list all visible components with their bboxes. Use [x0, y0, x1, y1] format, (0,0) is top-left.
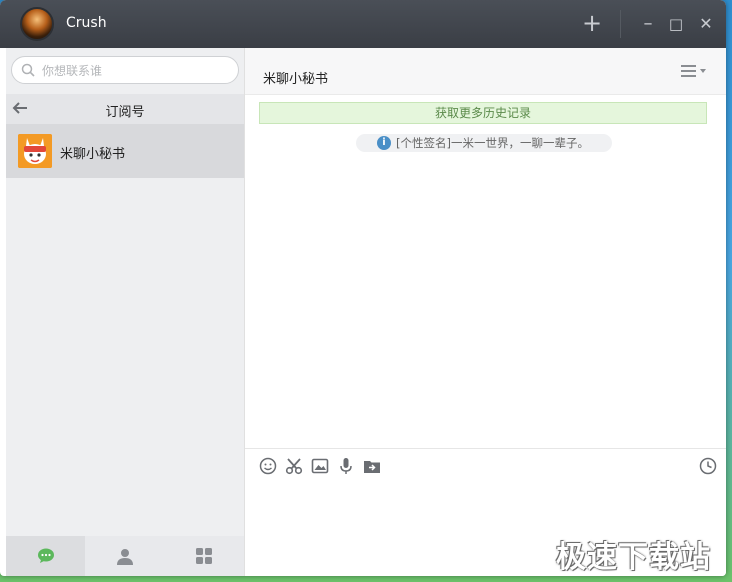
- watermark: 极速下载站: [556, 540, 711, 575]
- microphone-icon[interactable]: [337, 457, 355, 475]
- tab-chats[interactable]: [6, 536, 86, 576]
- bottom-nav: [6, 536, 244, 576]
- message-toolbar: [245, 448, 726, 481]
- contact-name: 米聊小秘书: [60, 147, 126, 162]
- send-file-icon[interactable]: [363, 457, 381, 475]
- menu-icon[interactable]: [681, 64, 709, 78]
- section-title: 订阅号: [105, 105, 145, 120]
- search-icon: [21, 63, 35, 77]
- notice-text: [个性签名]一米一世界，一聊一辈子。: [396, 136, 589, 150]
- search-input[interactable]: [40, 61, 234, 81]
- search-box[interactable]: [11, 56, 239, 84]
- add-button[interactable]: +: [578, 9, 606, 37]
- close-button[interactable]: ✕: [692, 10, 720, 38]
- emoji-icon[interactable]: [259, 457, 277, 475]
- history-clock-icon[interactable]: [699, 457, 717, 475]
- signature-notice: i [个性签名]一米一世界，一聊一辈子。: [356, 134, 612, 152]
- maximize-button[interactable]: □: [662, 10, 690, 38]
- tab-apps[interactable]: [165, 536, 244, 576]
- chat-panel: 米聊小秘书 获取更多历史记录 i [个性签名]一米一世界，一聊一辈子。: [245, 48, 726, 576]
- tab-contacts[interactable]: [85, 536, 164, 576]
- main-window: Crush + – □ ✕ 订阅号: [0, 0, 726, 576]
- load-history-button[interactable]: 获取更多历史记录: [259, 102, 707, 124]
- image-icon[interactable]: [311, 457, 329, 475]
- info-icon: i: [377, 136, 391, 150]
- scissors-icon[interactable]: [285, 457, 303, 475]
- contact-item[interactable]: 米聊小秘书: [6, 124, 244, 178]
- title-divider: [620, 10, 621, 38]
- title-bar[interactable]: Crush + – □ ✕: [0, 0, 726, 48]
- sidebar: 订阅号 米聊小秘书: [6, 48, 245, 576]
- chat-header: 米聊小秘书: [245, 48, 726, 95]
- minimize-button[interactable]: –: [634, 10, 662, 38]
- chat-icon: [37, 548, 54, 563]
- subscription-header: 订阅号: [6, 94, 244, 124]
- app-title: Crush: [66, 15, 107, 31]
- contacts-icon: [116, 548, 133, 565]
- chat-title: 米聊小秘书: [263, 72, 329, 87]
- user-avatar[interactable]: [20, 7, 54, 41]
- apps-icon: [196, 548, 213, 564]
- contact-avatar: [18, 134, 52, 168]
